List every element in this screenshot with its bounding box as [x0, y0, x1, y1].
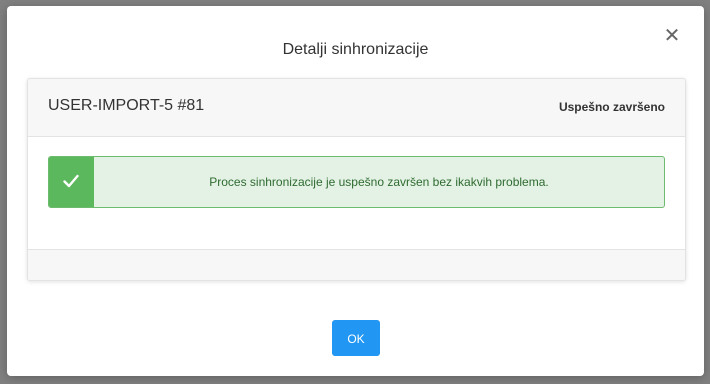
- close-icon[interactable]: ✕: [662, 26, 682, 46]
- alert-message: Proces sinhronizacije je uspešno završen…: [209, 175, 549, 189]
- ok-button[interactable]: OK: [332, 320, 380, 356]
- modal-title: Detalji sinhronizacije: [282, 41, 429, 58]
- sync-job-card: USER-IMPORT-5 #81 Uspešno završeno Proce…: [27, 78, 686, 281]
- check-icon: [49, 157, 94, 207]
- success-alert: Proces sinhronizacije je uspešno završen…: [48, 156, 665, 208]
- job-status: Uspešno završeno: [558, 100, 665, 114]
- card-footer: [28, 249, 685, 280]
- sync-details-modal: Detalji sinhronizacije ✕ USER-IMPORT-5 #…: [7, 6, 704, 376]
- card-header: USER-IMPORT-5 #81 Uspešno završeno: [28, 79, 685, 137]
- job-name: USER-IMPORT-5 #81: [48, 97, 205, 114]
